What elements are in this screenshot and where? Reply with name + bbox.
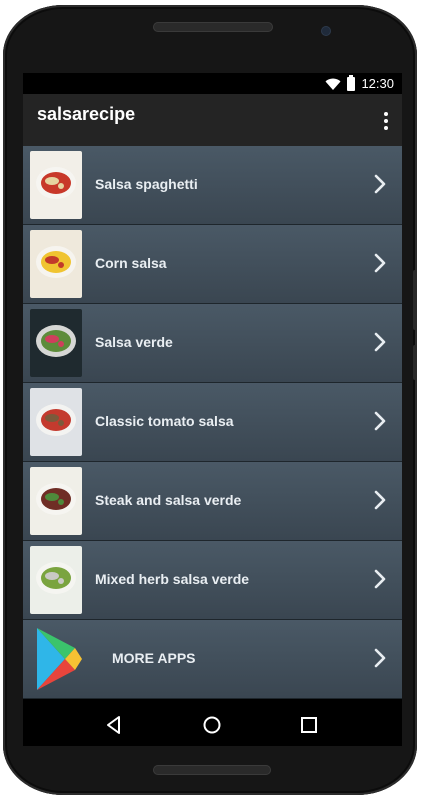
- app-title: salsarecipe: [37, 104, 136, 124]
- recents-icon[interactable]: [298, 714, 320, 736]
- chevron-right-icon: [374, 490, 386, 510]
- wifi-icon: [325, 77, 341, 91]
- recipe-label: Mixed herb salsa verde: [95, 571, 250, 587]
- recipe-label: Classic tomato salsa: [95, 413, 234, 429]
- chevron-right-icon: [374, 253, 386, 273]
- home-icon[interactable]: [201, 714, 223, 736]
- chevron-right-icon: [374, 332, 386, 352]
- back-icon[interactable]: [103, 714, 125, 736]
- recipe-row[interactable]: Classic tomato salsa: [23, 383, 402, 462]
- chevron-right-icon: [374, 411, 386, 431]
- recipe-thumbnail: [30, 151, 82, 219]
- volume-button: [413, 270, 417, 330]
- screen: 12:30 salsarecipe Salsa spaghetti Corn sa…: [23, 73, 402, 746]
- recipe-thumbnail: [30, 388, 82, 456]
- bottom-speaker: [153, 765, 271, 775]
- recipe-thumbnail: [30, 309, 82, 377]
- front-camera: [322, 27, 330, 35]
- navigation-bar: [23, 701, 402, 746]
- power-button: [413, 345, 417, 380]
- more-apps-row[interactable]: MORE APPS: [23, 620, 402, 699]
- recipe-row[interactable]: Corn salsa: [23, 225, 402, 304]
- recipe-label: Corn salsa: [95, 255, 167, 271]
- recipe-row[interactable]: Salsa verde: [23, 304, 402, 383]
- status-bar: 12:30: [23, 73, 402, 94]
- recipe-label: Salsa verde: [95, 334, 173, 350]
- overflow-menu-icon[interactable]: [384, 112, 388, 130]
- chevron-right-icon: [374, 648, 386, 668]
- recipe-thumbnail: [30, 467, 82, 535]
- chevron-right-icon: [374, 174, 386, 194]
- recipe-list: Salsa spaghetti Corn salsa Salsa verde Clas…: [23, 146, 402, 699]
- battery-icon: [347, 74, 356, 91]
- status-time: 12:30: [361, 76, 394, 91]
- recipe-row[interactable]: Mixed herb salsa verde: [23, 541, 402, 620]
- phone-frame: 12:30 salsarecipe Salsa spaghetti Corn sa…: [3, 5, 417, 795]
- app-bar: salsarecipe: [23, 94, 402, 146]
- recipe-thumbnail: [30, 546, 82, 614]
- recipe-label: Steak and salsa verde: [95, 492, 242, 508]
- google-play-icon: [35, 626, 83, 692]
- recipe-label: Salsa spaghetti: [95, 176, 198, 192]
- top-speaker: [153, 22, 273, 32]
- recipe-row[interactable]: Salsa spaghetti: [23, 146, 402, 225]
- chevron-right-icon: [374, 569, 386, 589]
- recipe-row[interactable]: Steak and salsa verde: [23, 462, 402, 541]
- more-apps-label: MORE APPS: [112, 650, 196, 666]
- recipe-thumbnail: [30, 230, 82, 298]
